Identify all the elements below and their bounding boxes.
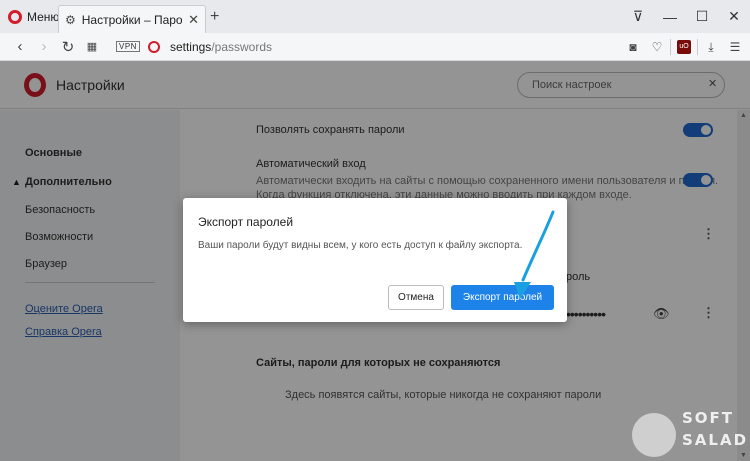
tab-settings[interactable]: ⚙ Настройки – Пароли ✕ — [58, 5, 206, 33]
tab-bar: Меню ⚙ Настройки – Пароли ✕ + ⊽ — ☐ ✕ — [0, 0, 750, 33]
easy-setup-icon[interactable]: ☰ — [724, 40, 746, 54]
new-tab-button[interactable]: + — [210, 8, 219, 26]
reload-icon[interactable]: ↻ — [56, 38, 80, 56]
minimize-button[interactable]: — — [654, 9, 686, 25]
export-passwords-dialog: Экспорт паролей Ваши пароли будут видны … — [183, 198, 567, 322]
address-bar: ‹ › ↻ ▦ VPN settings/passwords ◙ ♡ uO ⤓ … — [0, 33, 750, 61]
watermark-line-2: SALAD — [682, 431, 749, 449]
opera-url-icon — [147, 40, 160, 53]
softsalad-watermark: SOFT SALAD — [632, 403, 748, 459]
maximize-button[interactable]: ☐ — [686, 8, 718, 25]
url-path: /passwords — [211, 39, 273, 54]
window-controls: ⊽ — ☐ ✕ — [622, 0, 750, 33]
snapshot-icon[interactable]: ◙ — [622, 40, 644, 54]
ublock-icon[interactable]: uO — [677, 40, 691, 54]
tab-close-icon[interactable]: ✕ — [188, 12, 199, 28]
download-icon[interactable]: ⤓ — [700, 40, 722, 55]
divider — [697, 39, 698, 55]
back-icon[interactable]: ‹ — [8, 38, 32, 55]
dialog-message: Ваши пароли будут видны всем, у кого ест… — [198, 240, 523, 251]
gear-icon: ⚙ — [65, 12, 76, 27]
close-window-button[interactable]: ✕ — [718, 8, 750, 25]
menu-label: Меню — [27, 9, 60, 24]
cancel-button[interactable]: Отмена — [388, 285, 444, 310]
opera-logo-icon — [8, 9, 22, 24]
heart-icon[interactable]: ♡ — [646, 40, 668, 54]
vpn-badge[interactable]: VPN — [116, 41, 140, 52]
forward-icon[interactable]: › — [32, 38, 56, 55]
tab-title: Настройки – Пароли — [81, 12, 183, 27]
tab-menu-icon[interactable]: ⊽ — [622, 8, 654, 25]
url-host: settings — [169, 39, 212, 54]
address-bar-actions: ◙ ♡ uO ⤓ ☰ — [622, 33, 746, 61]
watermark-line-1: SOFT — [682, 409, 735, 427]
export-passwords-button[interactable]: Экспорт паролей — [451, 285, 554, 310]
url-field[interactable]: settings/passwords — [170, 40, 272, 54]
speed-dial-icon[interactable]: ▦ — [80, 40, 104, 53]
divider — [670, 39, 671, 55]
dialog-title: Экспорт паролей — [198, 215, 294, 229]
salad-bowl-icon — [632, 413, 676, 457]
